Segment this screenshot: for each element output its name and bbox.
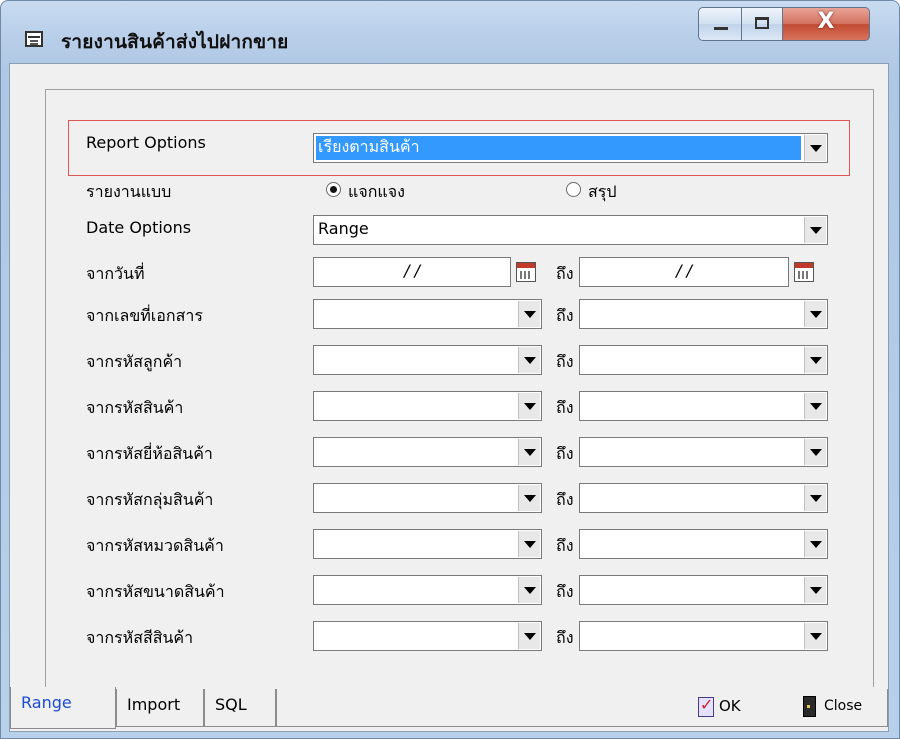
close-label: Close [824,698,863,714]
chevron-down-icon[interactable] [804,347,826,373]
date-from-value: / / [404,261,420,280]
chevron-down-icon[interactable] [804,393,826,419]
report-options-label: Report Options [86,133,206,152]
range-to-select[interactable] [579,529,828,559]
range-from-select[interactable] [313,345,542,375]
date-to-label: ถึง [556,264,574,283]
range-from-select[interactable] [313,529,542,559]
client-area: Report Options เรียงตามสินค้า รายงานแบบ … [9,63,889,732]
tab-range[interactable]: Range [10,687,116,729]
range-label: จากรหัสยี่ห้อสินค้า [86,444,213,463]
date-options-value: Range [318,219,369,238]
chevron-down-icon[interactable] [804,577,826,603]
date-to-input[interactable]: / / [579,257,789,287]
calendar-icon[interactable] [794,262,814,282]
range-label: จากรหัสขนาดสินค้า [86,582,225,601]
options-panel: Report Options เรียงตามสินค้า รายงานแบบ … [45,89,874,692]
close-window-button[interactable]: X [782,7,870,41]
chevron-down-icon[interactable] [804,301,826,327]
tab-strip-line [276,689,888,727]
chevron-down-icon[interactable] [804,623,826,649]
range-to-select[interactable] [579,621,828,651]
date-options-label: Date Options [86,218,192,237]
range-label: จากรหัสลูกค้า [86,352,183,371]
date-from-label: จากวันที่ [86,264,145,283]
range-from-select[interactable] [313,483,542,513]
ok-label: OK [719,697,741,715]
chevron-down-icon[interactable] [804,439,826,465]
chevron-down-icon[interactable] [518,393,540,419]
range-from-select[interactable] [313,621,542,651]
maximize-button[interactable] [741,7,783,41]
range-to-label: ถึง [556,628,574,647]
window-icon [25,31,43,47]
ok-icon [697,695,715,717]
tab-import[interactable]: Import [116,689,204,727]
chevron-down-icon[interactable] [518,485,540,511]
report-options-value: เรียงตามสินค้า [316,136,801,160]
title-bar[interactable]: รายงานสินค้าส่งไปฝากขาย X [1,1,899,63]
range-from-select[interactable] [313,299,542,329]
radio-summary[interactable] [566,182,581,197]
chevron-down-icon[interactable] [804,485,826,511]
chevron-down-icon[interactable] [804,217,826,243]
range-label: จากรหัสกลุ่มสินค้า [86,490,214,509]
range-from-select[interactable] [313,391,542,421]
range-to-label: ถึง [556,352,574,371]
radio-summary-label: สรุป [588,182,617,201]
report-options-select[interactable]: เรียงตามสินค้า [313,133,828,163]
radio-detail[interactable] [326,182,341,197]
chevron-down-icon[interactable] [518,577,540,603]
range-label: จากรหัสหมวดสินค้า [86,536,224,555]
range-to-select[interactable] [579,483,828,513]
range-from-select[interactable] [313,575,542,605]
range-label: จากรหัสสีสินค้า [86,628,194,647]
close-icon: X [817,9,835,34]
tab-sql[interactable]: SQL [204,689,276,727]
date-from-input[interactable]: / / [313,257,511,287]
chevron-down-icon[interactable] [518,301,540,327]
range-to-label: ถึง [556,398,574,417]
bottom-tab-strip: Range Import SQL OK Close [10,687,888,731]
range-label: จากเลขที่เอกสาร [86,306,203,325]
range-to-select[interactable] [579,437,828,467]
range-label: จากรหัสสินค้า [86,398,184,417]
range-to-select[interactable] [579,345,828,375]
minimize-icon [714,27,728,30]
chevron-down-icon[interactable] [518,439,540,465]
date-options-select[interactable]: Range [313,215,828,245]
ok-button[interactable]: OK [697,695,741,717]
chevron-down-icon[interactable] [518,347,540,373]
range-to-label: ถึง [556,306,574,325]
exit-door-icon [802,695,820,717]
maximize-icon [755,17,769,29]
chevron-down-icon[interactable] [518,623,540,649]
minimize-button[interactable] [698,7,742,41]
report-type-label: รายงานแบบ [86,182,172,201]
range-to-select[interactable] [579,575,828,605]
chevron-down-icon[interactable] [804,531,826,557]
close-button[interactable]: Close [802,695,862,717]
range-to-label: ถึง [556,582,574,601]
range-to-select[interactable] [579,299,828,329]
range-from-select[interactable] [313,437,542,467]
range-to-label: ถึง [556,536,574,555]
range-to-label: ถึง [556,444,574,463]
radio-detail-label: แจกแจง [348,182,405,201]
calendar-icon[interactable] [516,262,536,282]
range-to-select[interactable] [579,391,828,421]
chevron-down-icon[interactable] [518,531,540,557]
chevron-down-icon[interactable] [804,135,826,161]
range-to-label: ถึง [556,490,574,509]
window-title: รายงานสินค้าส่งไปฝากขาย [61,31,289,53]
report-window: รายงานสินค้าส่งไปฝากขาย X Report Options… [0,0,900,739]
date-to-value: / / [676,261,692,280]
